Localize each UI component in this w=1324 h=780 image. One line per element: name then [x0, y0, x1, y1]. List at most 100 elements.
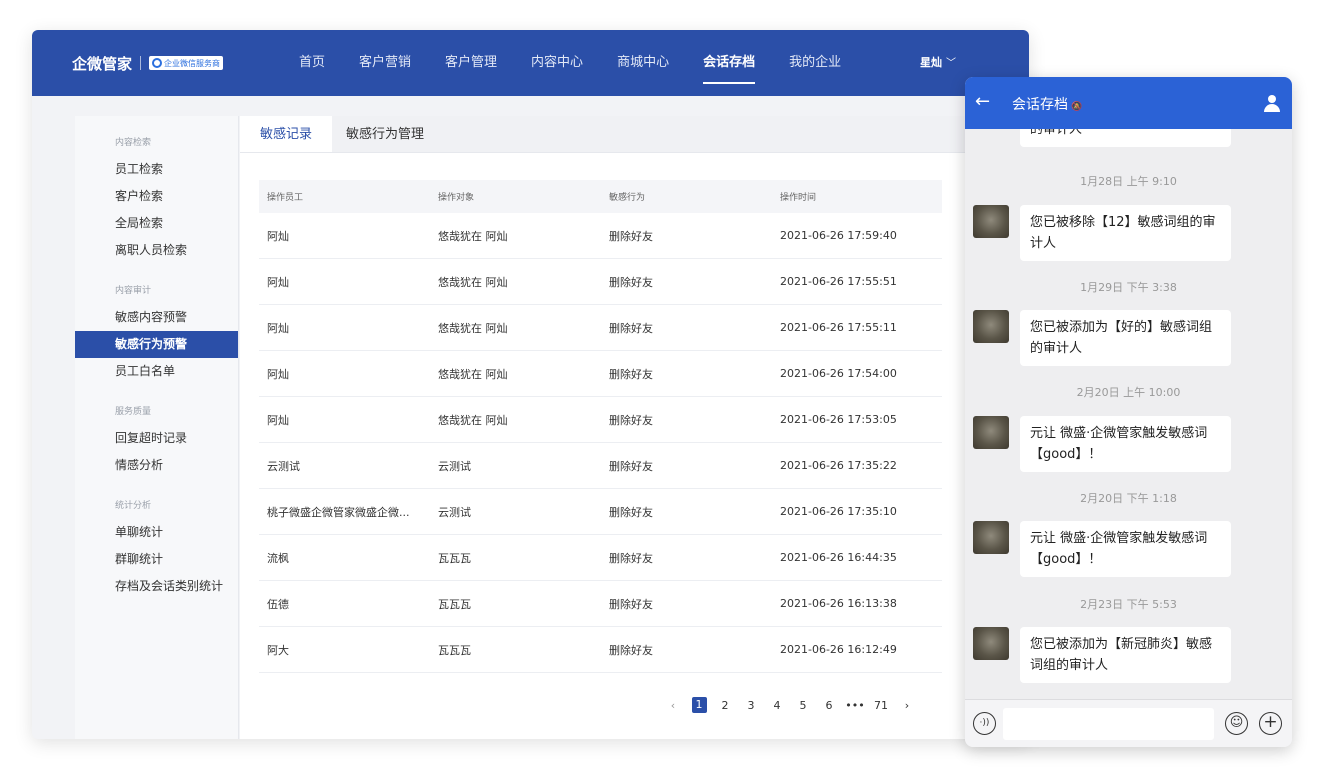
nav-session-archive[interactable]: 会话存档: [703, 30, 756, 96]
table-cell: 阿灿: [267, 229, 289, 243]
nav-mall-center[interactable]: 商城中心: [617, 30, 669, 96]
message-time: 2月20日 下午 1:18: [1080, 492, 1177, 505]
page-5-button[interactable]: 5: [790, 699, 816, 712]
column-header: 操作员工: [267, 193, 304, 203]
search-icon: [152, 58, 163, 68]
tab-sensitive-records[interactable]: 敏感记录: [240, 116, 332, 152]
table-cell: 删除好友: [609, 505, 653, 519]
nav-customer-marketing[interactable]: 客户营销: [359, 30, 411, 96]
service-provider-badge: 企业微信服务商: [149, 56, 224, 70]
sidebar-item-global-search[interactable]: 全局检索: [75, 210, 238, 237]
page-71-button[interactable]: 71: [868, 699, 894, 712]
table-row: 阿大 瓦瓦瓦 删除好友 2021-06-26 16:12:49: [259, 627, 942, 673]
brand-name: 企微管家: [72, 54, 133, 73]
sidebar-item-group-chat-stats[interactable]: 群聊统计: [75, 546, 238, 573]
column-header: 敏感行为: [609, 193, 646, 203]
sidebar-item-sentiment[interactable]: 情感分析: [75, 452, 238, 479]
person-icon[interactable]: [1264, 95, 1280, 113]
tab-sensitive-behavior-management[interactable]: 敏感行为管理: [332, 116, 438, 152]
message-bubble: 的审计人: [1020, 129, 1231, 147]
message-input[interactable]: [1003, 708, 1214, 740]
back-arrow-icon[interactable]: ←: [975, 91, 990, 112]
table-cell: 悠哉犹在 阿灿: [438, 367, 508, 381]
main-nav: 首页 客户营销 客户管理 内容中心 商城中心 会话存档 我的企业: [299, 30, 875, 96]
emoji-icon[interactable]: ☺: [1225, 712, 1248, 735]
page-6-button[interactable]: 6: [816, 699, 842, 712]
table-cell: 悠哉犹在 阿灿: [438, 229, 508, 243]
table-cell: 删除好友: [609, 229, 653, 243]
table-cell: 瓦瓦瓦: [438, 597, 471, 611]
table-row: 流枫 瓦瓦瓦 删除好友 2021-06-26 16:44:35: [259, 535, 942, 581]
next-page-button[interactable]: ›: [894, 699, 920, 712]
table-header: 操作员工 操作对象 敏感行为 操作时间: [259, 180, 942, 213]
nav-content-center[interactable]: 内容中心: [531, 30, 583, 96]
message-time: 1月28日 上午 9:10: [1080, 175, 1177, 188]
table-cell: 伍德: [267, 597, 289, 611]
table-cell: 2021-06-26 17:35:10: [780, 505, 897, 518]
page-1-button[interactable]: 1: [686, 697, 712, 713]
table-row: 阿灿 悠哉犹在 阿灿 删除好友 2021-06-26 17:55:51: [259, 259, 942, 305]
plus-icon[interactable]: +: [1259, 712, 1282, 735]
sidebar-item-reply-timeout[interactable]: 回复超时记录: [75, 425, 238, 452]
sidebar-item-resigned-search[interactable]: 离职人员检索: [75, 237, 238, 264]
table-cell: 2021-06-26 17:35:22: [780, 459, 897, 472]
message-time: 2月20日 上午 10:00: [1076, 386, 1181, 399]
nav-home[interactable]: 首页: [299, 30, 325, 96]
page-number: 1: [691, 697, 707, 713]
message-time: 2月23日 下午 5:53: [1080, 598, 1177, 611]
table-cell: 2021-06-26 17:55:51: [780, 275, 897, 288]
nav-customer-management[interactable]: 客户管理: [445, 30, 497, 96]
avatar: [973, 627, 1009, 660]
column-header: 操作时间: [780, 193, 817, 203]
sidebar-group-title: 内容审计: [115, 286, 152, 296]
table-cell: 悠哉犹在 阿灿: [438, 275, 508, 289]
sidebar-item-single-chat-stats[interactable]: 单聊统计: [75, 519, 238, 546]
table-cell: 云测试: [267, 459, 300, 473]
sidebar-item-customer-search[interactable]: 客户检索: [75, 183, 238, 210]
chat-panel: ← 会话存档 🔕 的审计人 1月28日 上午 9:10 您已被移除【12】敏感词组…: [965, 77, 1292, 747]
sidebar-item-whitelist[interactable]: 员工白名单: [75, 358, 238, 385]
message-bubble: 元让 微盛·企微管家触发敏感词【good】！: [1020, 416, 1231, 472]
table-row: 桃子微盛企微管家微盛企微... 云测试 删除好友 2021-06-26 17:35:1…: [259, 489, 942, 535]
table-cell: 瓦瓦瓦: [438, 551, 471, 565]
table-cell: 桃子微盛企微管家微盛企微...: [267, 505, 410, 519]
brand[interactable]: 企微管家 企业微信服务商: [72, 53, 224, 74]
table-cell: 悠哉犹在 阿灿: [438, 413, 508, 427]
table-cell: 删除好友: [609, 413, 653, 427]
table-row: 阿灿 悠哉犹在 阿灿 删除好友 2021-06-26 17:54:00: [259, 351, 942, 397]
chat-messages: 的审计人 1月28日 上午 9:10 您已被移除【12】敏感词组的审计人 1月2…: [965, 129, 1292, 699]
voice-icon[interactable]: ·)): [973, 712, 996, 735]
table-cell: 瓦瓦瓦: [438, 643, 471, 657]
message-bubble: 您已被添加为【新冠肺炎】敏感词组的审计人: [1020, 627, 1231, 683]
table-row: 伍德 瓦瓦瓦 删除好友 2021-06-26 16:13:38: [259, 581, 942, 627]
sidebar-item-sensitive-behavior[interactable]: 敏感行为预警: [75, 331, 238, 358]
table-cell: 2021-06-26 17:54:00: [780, 367, 897, 380]
chat-title-wrap: 会话存档 🔕: [1012, 94, 1082, 114]
avatar: [973, 521, 1009, 554]
page-3-button[interactable]: 3: [738, 699, 764, 712]
sidebar-group-title: 内容检索: [115, 138, 152, 148]
chat-input-bar: ·)) ☺ +: [965, 699, 1292, 747]
prev-page-button[interactable]: ‹: [660, 699, 686, 712]
table-cell: 2021-06-26 16:12:49: [780, 643, 897, 656]
page-4-button[interactable]: 4: [764, 699, 790, 712]
records-table: 操作员工 操作对象 敏感行为 操作时间 阿灿 悠哉犹在 阿灿 删除好友 2021-06…: [259, 180, 942, 673]
page-2-button[interactable]: 2: [712, 699, 738, 712]
message-bubble: 元让 微盛·企微管家触发敏感词【good】！: [1020, 521, 1231, 577]
chat-title: 会话存档: [1012, 97, 1068, 113]
page-ellipsis-button[interactable]: •••: [842, 699, 868, 712]
nav-my-enterprise[interactable]: 我的企业: [789, 30, 841, 96]
table-cell: 删除好友: [609, 275, 653, 289]
user-menu[interactable]: 星灿 ﹀: [920, 30, 956, 97]
pagination: ‹ 1 2 3 4 5 6 ••• 71 ›: [660, 697, 920, 713]
table-cell: 云测试: [438, 459, 471, 473]
table-row: 阿灿 悠哉犹在 阿灿 删除好友 2021-06-26 17:55:11: [259, 305, 942, 351]
avatar: [973, 416, 1009, 449]
sidebar-item-employee-search[interactable]: 员工检索: [75, 156, 238, 183]
tab-bar: 敏感记录 敏感行为管理: [240, 116, 969, 153]
sidebar-item-sensitive-content[interactable]: 敏感内容预警: [75, 304, 238, 331]
table-cell: 2021-06-26 17:53:05: [780, 413, 897, 426]
table-body: 阿灿 悠哉犹在 阿灿 删除好友 2021-06-26 17:59:40 阿灿 悠哉犹在 阿…: [259, 213, 942, 673]
sidebar-item-archive-stats[interactable]: 存档及会话类别统计: [75, 573, 238, 600]
badge-label: 企业微信服务商: [164, 58, 221, 68]
